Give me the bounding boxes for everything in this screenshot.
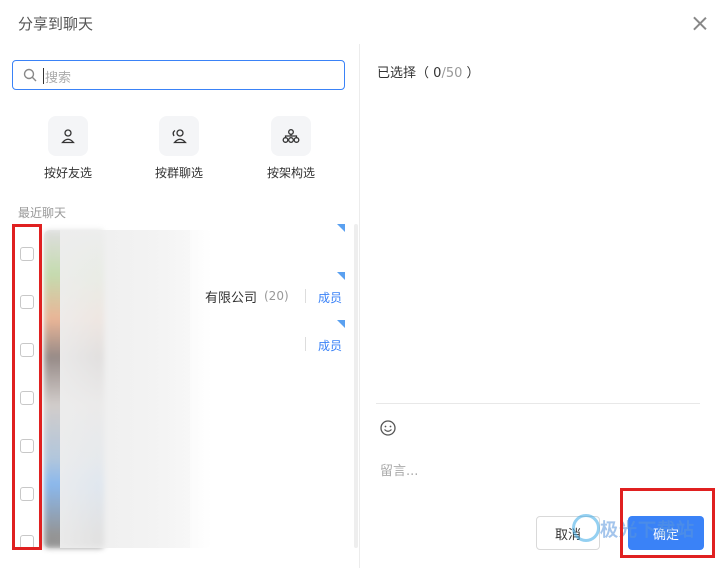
- selected-count: 已选择（ 0/50 ）: [377, 66, 480, 81]
- list-item[interactable]: 有限公司 (20) 成员: [0, 272, 355, 334]
- panel-divider: [359, 44, 360, 568]
- dialog-title: 分享到聊天: [18, 15, 94, 33]
- recent-chats-label: 最近聊天: [18, 206, 67, 220]
- emoji-icon[interactable]: [380, 420, 396, 436]
- filter-by-group-chat[interactable]: 按群聊选: [139, 116, 219, 181]
- list-item[interactable]: [0, 382, 355, 430]
- close-icon[interactable]: [690, 14, 710, 34]
- message-input[interactable]: 留言...: [380, 460, 418, 479]
- filter-label: 按群聊选: [154, 166, 203, 180]
- corner-marker: [337, 320, 345, 328]
- highlight-confirm: [620, 488, 715, 558]
- members-link[interactable]: 成员: [318, 337, 342, 354]
- filter-by-org-structure[interactable]: 按架构选: [251, 116, 331, 181]
- text-caret: [43, 68, 44, 84]
- list-item[interactable]: [0, 224, 355, 286]
- list-item[interactable]: [0, 430, 355, 478]
- search-icon: [23, 68, 37, 82]
- message-divider: [376, 403, 700, 404]
- selected-max: /50: [441, 66, 463, 81]
- search-placeholder: 搜索: [45, 71, 72, 86]
- members-link[interactable]: 成员: [318, 289, 342, 306]
- org-structure-icon: [282, 129, 300, 143]
- highlight-checkboxes: [12, 224, 42, 550]
- filter-by-friends[interactable]: 按好友选: [28, 116, 108, 181]
- corner-marker: [337, 224, 345, 232]
- watermark-logo: [572, 514, 600, 542]
- list-item[interactable]: [0, 478, 355, 526]
- selected-label: 已选择: [377, 66, 417, 81]
- list-item[interactable]: 成员: [0, 320, 355, 382]
- search-input[interactable]: 搜索: [12, 60, 345, 90]
- list-scrollbar[interactable]: [354, 224, 358, 548]
- divider: [305, 337, 306, 351]
- member-count: (20): [264, 289, 289, 303]
- divider: [305, 289, 306, 303]
- filter-label: 按架构选: [266, 166, 315, 180]
- filter-label: 按好友选: [43, 166, 92, 180]
- list-item[interactable]: [0, 526, 355, 574]
- person-icon: [61, 129, 75, 144]
- corner-marker: [337, 272, 345, 280]
- chat-name: 有限公司: [205, 291, 258, 306]
- group-chat-icon: [172, 129, 187, 144]
